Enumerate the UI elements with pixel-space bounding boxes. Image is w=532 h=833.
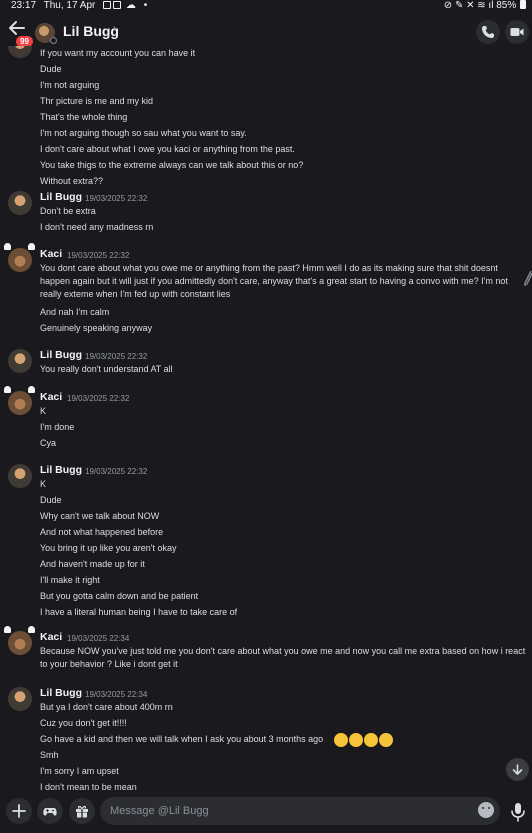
avatar[interactable] [8,349,32,373]
message-line: I'm sorry I am upset [40,766,119,776]
message-timestamp: 19/03/2025 22:32 [85,194,148,203]
avatar[interactable] [8,248,32,272]
message-line: That's the whole thing [40,112,128,122]
chevron-right-icon[interactable]: › [113,23,116,34]
arrow-down-icon [512,764,523,775]
author-name[interactable]: Lil Bugg [40,191,82,203]
author-name[interactable]: Lil Bugg [40,349,82,361]
calendar-icon [113,1,122,9]
message-line: I don't mean to be mean [40,782,137,792]
message-line: Dude [40,64,62,74]
message-line: I'll make it right [40,575,100,585]
message-input[interactable] [100,797,500,825]
message-line: You bring it up like you aren't okay [40,543,177,553]
plus-icon [12,804,26,818]
pencil-icon [524,270,532,286]
contact-name[interactable]: Lil Bugg [63,23,119,39]
video-call-button[interactable] [505,20,529,44]
avatar[interactable] [8,191,32,215]
microphone-icon[interactable] [509,801,527,823]
video-call-icon [510,28,524,36]
message-line: Smh [40,750,59,760]
message-line: K [40,479,47,489]
phone-call-icon [482,26,494,38]
message-line: But you gotta calm down and be patient [40,591,199,601]
author-name[interactable]: Kaci [40,248,62,260]
message-line: Genuinely speaking anyway [40,323,153,333]
message-list[interactable]: If you want my account you can have it D… [0,46,532,794]
message-timestamp: 19/03/2025 22:32 [85,467,148,476]
message-line: You dont care about what you owe me or a… [40,263,508,299]
message-line: And nah I'm calm [40,307,110,317]
message-timestamp: 19/03/2025 22:34 [85,690,148,699]
message-line: I'm done [40,422,75,432]
message-line: You really don't understand AT all [40,364,173,374]
message-line: You take thigs to the extreme always can… [40,160,304,170]
message-line: Thr picture is me and my kid [40,96,154,106]
message-line: I don't care about what I owe you kaci o… [40,144,295,154]
message-line: I have a literal human being I have to t… [40,607,238,617]
message-line: Because NOW you've just told me you don'… [40,646,526,669]
status-left: 23:17 Thu, 17 Apr ☁ • [11,0,152,12]
author-name[interactable]: Kaci [40,391,62,403]
message-line: But ya I don't care about 400m rn [40,702,173,712]
avatar[interactable] [8,687,32,711]
message-line: Cya [40,438,57,448]
add-attachment-button[interactable] [6,798,32,824]
message-composer [0,794,532,833]
message-line: If you want my account you can have it [40,48,196,58]
gift-icon [76,805,88,818]
status-indicator-icon [50,37,57,44]
battery-icon [520,0,526,9]
status-bar: 23:17 Thu, 17 Apr ☁ • ⊘ ✎ ✕ ≋ ıl 85% [0,0,532,12]
status-dot: • [143,0,148,11]
message-line: K [40,406,47,416]
message-timestamp: 19/03/2025 22:34 [67,634,130,643]
author-name[interactable]: Lil Bugg [40,687,82,699]
message-timestamp: 19/03/2025 22:32 [67,251,130,260]
emoji-picker-icon[interactable] [478,802,494,818]
avatar[interactable] [8,46,32,58]
status-icons: ⊘ ✎ ✕ ≋ ıl [443,0,497,11]
gift-button[interactable] [69,798,95,824]
cloud-icon: ☁ [125,0,136,11]
activities-button[interactable] [37,798,63,824]
battery-level: 85% [496,0,517,11]
message-line: I'm not arguing though so sau what you w… [40,128,247,138]
rolling-eyes-face-icon [349,733,363,747]
avatar[interactable] [8,631,32,655]
message-line: Why can't we talk about NOW [40,511,160,521]
author-name[interactable]: Kaci [40,631,62,643]
avatar[interactable] [8,464,32,488]
author-name[interactable]: Lil Bugg [40,464,82,476]
jump-to-latest-button[interactable] [506,758,529,781]
message-line: Go have a kid and then we will talk when… [40,734,324,744]
unamused-face-icon [334,733,348,747]
message-line: Dude [40,495,62,505]
status-time: 23:17 [11,0,37,11]
message-line: I'm not arguing [40,80,100,90]
status-right: ⊘ ✎ ✕ ≋ ıl 85% [444,0,526,12]
message-line: Without extra?? [40,176,104,186]
message-line: Don't be extra [40,206,96,216]
status-date: Thu, 17 Apr [43,0,96,11]
message-timestamp: 19/03/2025 22:32 [85,352,148,361]
voice-call-button[interactable] [476,20,500,44]
message-timestamp: 19/03/2025 22:32 [67,394,130,403]
message-line: And haven't made up for it [40,559,145,569]
avatar[interactable] [8,391,32,415]
gamepad-icon [43,808,57,816]
message-line: And not what happened before [40,527,164,537]
rolling-eyes-face-icon [379,733,393,747]
emoji-row [334,731,394,749]
unamused-face-icon [364,733,378,747]
message-line: Cuz you don't get it!!!! [40,718,127,728]
chat-header: 99 Lil Bugg › [0,13,532,48]
message-line: I don't need any madness rn [40,222,154,232]
gallery-icon [103,1,112,9]
